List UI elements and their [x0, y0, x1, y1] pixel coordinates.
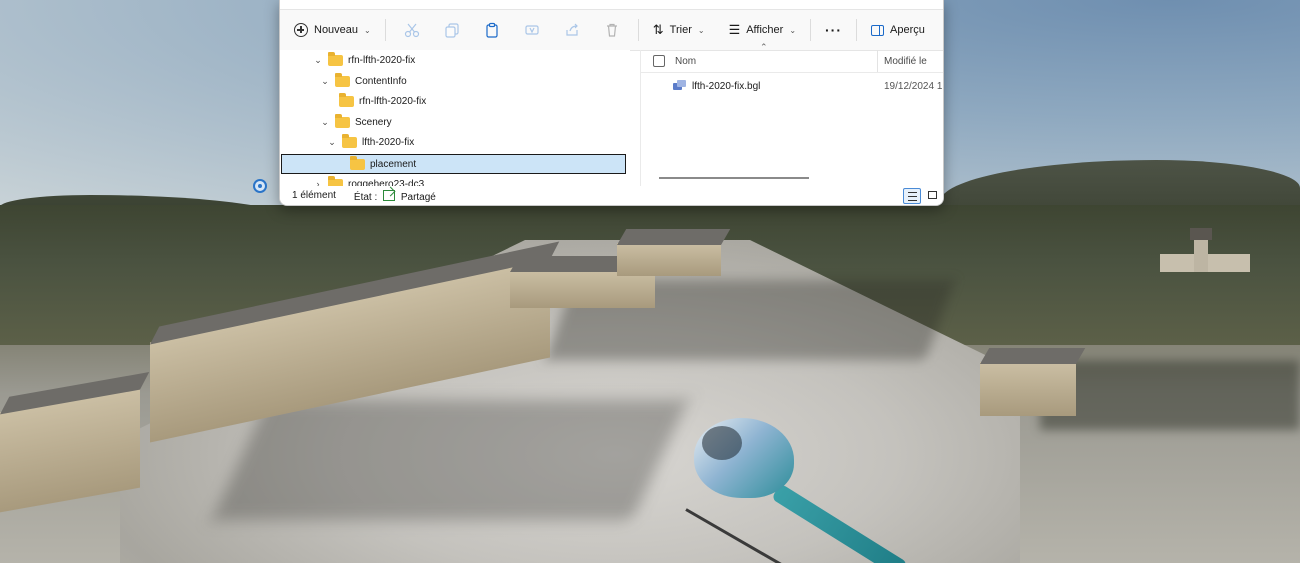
- share-icon[interactable]: [562, 20, 582, 40]
- folder-icon: [328, 175, 343, 186]
- column-divider[interactable]: [877, 50, 878, 72]
- sort-button[interactable]: ⇅ Trier ⌄: [645, 15, 713, 45]
- tree-item-label: ContentInfo: [355, 75, 407, 87]
- shadow: [212, 400, 688, 520]
- tree-item[interactable]: ⌄ lfth-2020-fix: [280, 132, 625, 152]
- details-view-icon: [907, 191, 917, 201]
- file-name: lfth-2020-fix.bgl: [692, 80, 761, 92]
- copy-icon[interactable]: [442, 20, 462, 40]
- chevron-down-icon[interactable]: ⌄: [326, 137, 338, 148]
- preview-button-label: Aperçu: [890, 24, 925, 36]
- toolbar-divider: [637, 19, 639, 41]
- sort-ascending-icon: ⌃: [760, 42, 768, 52]
- toolbar-divider: [384, 19, 386, 41]
- rename-icon[interactable]: [522, 20, 542, 40]
- plus-icon: [294, 23, 308, 37]
- state-value: Partagé: [400, 191, 436, 203]
- tree-item[interactable]: › roggehero23-dc3: [280, 174, 625, 186]
- share-state: État : Partagé: [354, 189, 436, 203]
- folder-icon: [350, 155, 365, 170]
- folder-icon: [342, 133, 357, 148]
- folder-icon: [335, 113, 350, 128]
- sort-icon: ⇅: [652, 22, 664, 37]
- status-bar: 1 élément État : Partagé: [280, 186, 943, 205]
- toolbar-divider: [810, 19, 812, 41]
- file-explorer-window: Nouveau ⌄ ⇅ Trier ⌄ ☰ Afficher ⌄ ··· Ape…: [279, 0, 944, 206]
- folder-icon: [328, 51, 343, 66]
- chevron-right-icon[interactable]: ›: [312, 179, 324, 186]
- column-header-modified[interactable]: Modifié le: [884, 56, 927, 67]
- file-modified-date: 19/12/2024 1: [884, 80, 943, 92]
- chevron-down-icon: ⌄: [364, 25, 371, 35]
- new-button[interactable]: Nouveau ⌄: [286, 15, 379, 45]
- view-toggle: [900, 188, 940, 204]
- tree-item[interactable]: ⌄ rfn-lfth-2020-fix: [280, 50, 625, 70]
- tree-item-label: rfn-lfth-2020-fix: [348, 54, 416, 66]
- chevron-down-icon: ⌄: [697, 25, 705, 35]
- details-view-button[interactable]: [903, 188, 921, 204]
- column-header-row: ⌃ Nom Modifié le: [641, 42, 943, 73]
- horizontal-scrollbar[interactable]: [659, 177, 809, 179]
- tree-item-label: rfn-lfth-2020-fix: [359, 95, 427, 107]
- helicopter: [685, 412, 916, 563]
- folder-icon: [335, 72, 350, 87]
- delete-icon[interactable]: [602, 20, 622, 40]
- tree-item-label: lfth-2020-fix: [362, 136, 415, 148]
- column-header-name[interactable]: Nom: [675, 56, 875, 67]
- command-bar: Nouveau ⌄ ⇅ Trier ⌄ ☰ Afficher ⌄ ··· Ape…: [280, 9, 943, 51]
- paste-icon[interactable]: [482, 20, 502, 40]
- table-row[interactable]: lfth-2020-fix.bgl 19/12/2024 1: [641, 76, 943, 96]
- item-count: 1 élément: [292, 190, 336, 201]
- preview-button[interactable]: Aperçu: [863, 15, 933, 45]
- view-button-label: Afficher: [746, 24, 784, 36]
- tree-item[interactable]: rfn-lfth-2020-fix: [280, 91, 625, 111]
- tiles-view-button[interactable]: [924, 188, 940, 202]
- view-button[interactable]: ☰ Afficher ⌄: [721, 15, 804, 45]
- tree-item-label: Scenery: [355, 116, 392, 128]
- bgl-file-icon: [673, 80, 687, 92]
- new-button-label: Nouveau: [314, 24, 359, 36]
- chevron-down-icon[interactable]: ⌄: [319, 117, 331, 128]
- folder-icon: [339, 92, 354, 107]
- control-tower: [1160, 228, 1250, 272]
- select-all-checkbox[interactable]: [653, 55, 665, 67]
- navigation-pane: ⌄ rfn-lfth-2020-fix ⌄ ContentInfo rfn-lf…: [280, 50, 630, 186]
- shadow: [1040, 360, 1300, 430]
- sort-button-label: Trier: [669, 24, 692, 36]
- more-options-button[interactable]: ···: [817, 15, 850, 45]
- cut-icon[interactable]: [402, 20, 422, 40]
- hangar: [980, 348, 1086, 416]
- target-marker-icon[interactable]: [253, 179, 267, 193]
- chevron-down-icon: ⌄: [789, 25, 797, 35]
- file-list: ⌃ Nom Modifié le lfth-2020-fix.bgl 19/12…: [641, 42, 943, 186]
- tree-item[interactable]: ⌄ ContentInfo: [280, 71, 625, 91]
- tree-item-label: placement: [370, 158, 417, 170]
- preview-pane-icon: [871, 24, 885, 36]
- hangar: [0, 372, 150, 513]
- state-label: État :: [353, 191, 378, 203]
- tiles-view-icon: [927, 191, 937, 199]
- more-icon: ···: [825, 22, 843, 38]
- view-list-icon: ☰: [728, 22, 741, 37]
- hangar: [617, 229, 731, 276]
- chevron-down-icon[interactable]: ⌄: [312, 55, 324, 66]
- shared-icon: [383, 189, 396, 201]
- toolbar-divider: [856, 19, 858, 41]
- tree-item[interactable]: ⌄ Scenery: [280, 112, 625, 132]
- tree-item-label: roggehero23-dc3: [348, 178, 425, 187]
- chevron-down-icon[interactable]: ⌄: [319, 76, 331, 87]
- tree-item-selected[interactable]: placement: [281, 154, 626, 174]
